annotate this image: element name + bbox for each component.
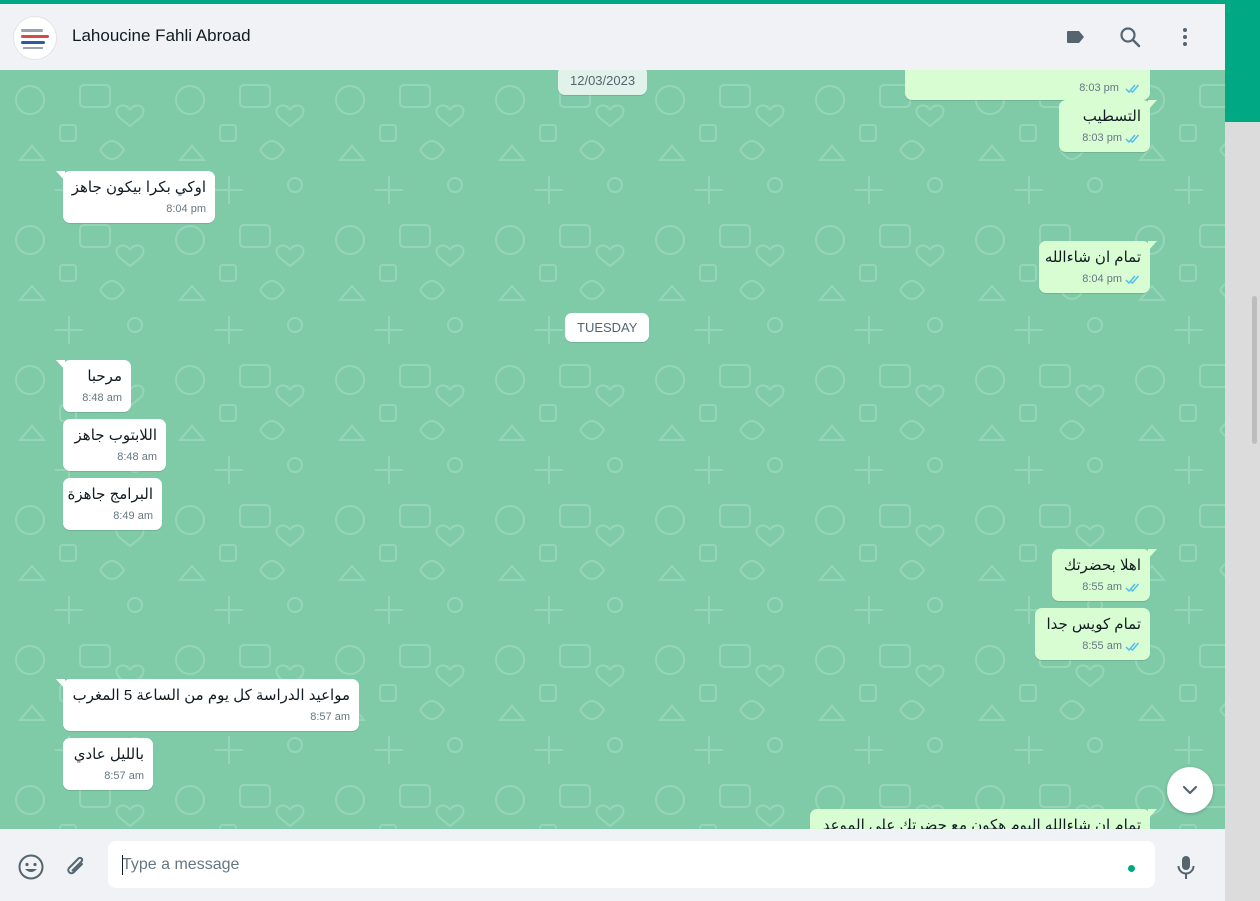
message-text: مرحبا — [87, 368, 122, 385]
message-time: 8:03 pm — [1082, 132, 1122, 144]
message-incoming[interactable]: بالليل عادي 8:57 am — [63, 738, 153, 790]
message-outgoing[interactable]: تمام ان شاءالله اليوم هكون مع حضرتك على … — [810, 809, 1157, 829]
text-caret — [122, 855, 123, 875]
attach-icon[interactable] — [60, 851, 92, 883]
search-icon[interactable] — [1115, 22, 1145, 52]
chat-window: Lahoucine Fahli Abroad 12/03/2023 8:03 p… — [0, 4, 1225, 901]
compose-bar — [0, 829, 1225, 901]
message-outgoing[interactable]: اهلا بحضرتك 8:55 am — [1052, 549, 1157, 601]
message-time: 8:03 pm — [1079, 82, 1119, 94]
contact-name[interactable]: Lahoucine Fahli Abroad — [72, 26, 251, 46]
message-text: البرامج جاهزة — [67, 486, 153, 503]
date-divider: TUESDAY — [565, 313, 650, 342]
message-time: 8:57 am — [310, 711, 350, 723]
message-time: 8:57 am — [104, 770, 144, 782]
message-time: 8:48 am — [82, 392, 122, 404]
message-outgoing[interactable]: تمام ان شاءالله 8:04 pm — [1039, 241, 1157, 293]
label-icon[interactable] — [1061, 22, 1091, 52]
status-dot — [1128, 865, 1135, 872]
scrollbar-thumb[interactable] — [1252, 296, 1257, 444]
read-ticks-icon — [1125, 275, 1140, 284]
message-incoming[interactable]: اللابتوب جاهز 8:48 am — [63, 419, 166, 471]
chevron-down-icon — [1182, 785, 1198, 795]
message-list[interactable]: 12/03/2023 8:03 pm التسطيب 8:03 pm اوكي … — [0, 70, 1225, 829]
mic-icon[interactable] — [1170, 851, 1202, 883]
message-time: 8:55 am — [1082, 640, 1122, 652]
message-text: اوكي بكرا بيكون جاهز — [71, 179, 206, 196]
message-text: تمام ان شاءالله — [1044, 249, 1141, 266]
message-incoming[interactable]: اوكي بكرا بيكون جاهز 8:04 pm — [56, 171, 215, 223]
message-incoming[interactable]: البرامج جاهزة 8:49 am — [63, 478, 162, 530]
scroll-to-bottom-button[interactable] — [1167, 767, 1213, 813]
message-text: اللابتوب جاهز — [74, 427, 157, 444]
read-ticks-icon — [1125, 84, 1140, 93]
message-text: بالليل عادي — [73, 746, 144, 763]
message-text: اهلا بحضرتك — [1063, 557, 1141, 574]
message-time: 8:48 am — [117, 451, 157, 463]
message-text: مواعيد الدراسة كل يوم من الساعة 5 المغرب — [72, 687, 350, 704]
message-time: 8:49 am — [113, 510, 153, 522]
read-ticks-icon — [1125, 642, 1140, 651]
message-input[interactable] — [122, 841, 1112, 888]
contact-avatar[interactable] — [13, 16, 57, 60]
message-text: التسطيب — [1082, 108, 1141, 125]
message-text: تمام ان شاءالله اليوم هكون مع حضرتك على … — [822, 817, 1141, 829]
date-divider: 12/03/2023 — [558, 70, 648, 95]
message-time: 8:04 pm — [1082, 273, 1122, 285]
chat-header: Lahoucine Fahli Abroad — [0, 4, 1225, 71]
read-ticks-icon — [1125, 134, 1140, 143]
message-incoming[interactable]: مرحبا 8:48 am — [56, 360, 131, 412]
message-incoming[interactable]: مواعيد الدراسة كل يوم من الساعة 5 المغرب… — [56, 679, 359, 731]
more-vertical-icon[interactable] — [1170, 22, 1200, 52]
message-time: 8:04 pm — [166, 203, 206, 215]
message-outgoing[interactable]: تمام كويس جدا 8:55 am — [1035, 608, 1150, 660]
window-scrollbar — [1225, 4, 1260, 901]
message-text: تمام كويس جدا — [1046, 616, 1141, 633]
emoji-icon[interactable] — [15, 851, 47, 883]
read-ticks-icon — [1125, 583, 1140, 592]
message-time: 8:55 am — [1082, 581, 1122, 593]
message-outgoing[interactable]: 8:03 pm — [905, 70, 1150, 100]
message-box[interactable] — [108, 841, 1155, 888]
message-outgoing[interactable]: التسطيب 8:03 pm — [1059, 100, 1157, 152]
